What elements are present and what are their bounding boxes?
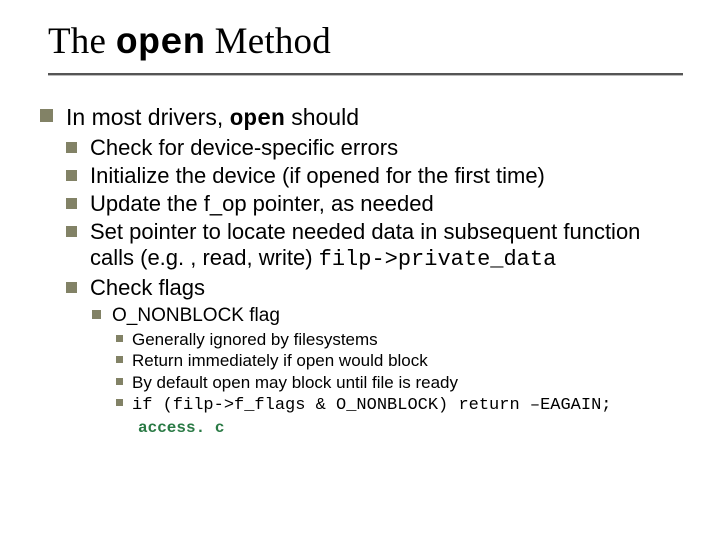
lvl2-item: Set pointer to locate needed data in sub… xyxy=(66,219,690,275)
bullet-list-lvl3: O_NONBLOCK flag Generally ignored by fil… xyxy=(90,304,690,438)
lvl1-pre: In most drivers, xyxy=(66,104,230,130)
lvl2-item: Update the f_op pointer, as needed xyxy=(66,191,690,218)
lvl4-text: By default open may block until file is … xyxy=(132,373,458,392)
lvl2-text: Update the f_op pointer, as needed xyxy=(90,191,434,216)
title-pre: The xyxy=(48,21,116,62)
lvl4-item: Return immediately if open would block xyxy=(112,350,690,371)
lvl1-item: In most drivers, open should Check for d… xyxy=(40,103,690,438)
lvl4-text: Return immediately if open would block xyxy=(132,351,428,370)
lvl2-text: Initialize the device (if opened for the… xyxy=(90,163,545,188)
slide-title: The open Method xyxy=(48,20,690,65)
lvl2-item: Initialize the device (if opened for the… xyxy=(66,163,690,190)
lvl4-source: access. c xyxy=(138,419,224,437)
bullet-list-lvl4: Generally ignored by filesystems Return … xyxy=(112,329,690,438)
lvl4-code: if (filp->f_flags & O_NONBLOCK) return –… xyxy=(132,396,611,415)
content-area: In most drivers, open should Check for d… xyxy=(40,103,690,438)
lvl2-code: filp->private_data xyxy=(319,247,557,272)
lvl4-text: Generally ignored by filesystems xyxy=(132,330,378,349)
lvl1-post: should xyxy=(285,104,359,130)
slide: The open Method In most drivers, open sh… xyxy=(0,0,720,540)
bullet-list-lvl1: In most drivers, open should Check for d… xyxy=(40,103,690,438)
lvl4-item: if (filp->f_flags & O_NONBLOCK) return –… xyxy=(112,393,690,438)
lvl3-item: O_NONBLOCK flag Generally ignored by fil… xyxy=(90,304,690,438)
lvl1-code: open xyxy=(230,106,285,132)
lvl2-text: Check flags xyxy=(90,275,205,300)
bullet-list-lvl2: Check for device-specific errors Initial… xyxy=(66,135,690,438)
title-underline xyxy=(48,73,683,75)
lvl2-item: Check flags O_NONBLOCK flag Generally ig… xyxy=(66,275,690,438)
lvl2-item: Check for device-specific errors xyxy=(66,135,690,162)
lvl4-item: Generally ignored by filesystems xyxy=(112,329,690,350)
title-post: Method xyxy=(205,21,331,62)
lvl2-text: Check for device-specific errors xyxy=(90,135,398,160)
title-code: open xyxy=(116,23,206,65)
lvl3-text: O_NONBLOCK flag xyxy=(112,305,280,326)
lvl4-item: By default open may block until file is … xyxy=(112,372,690,393)
